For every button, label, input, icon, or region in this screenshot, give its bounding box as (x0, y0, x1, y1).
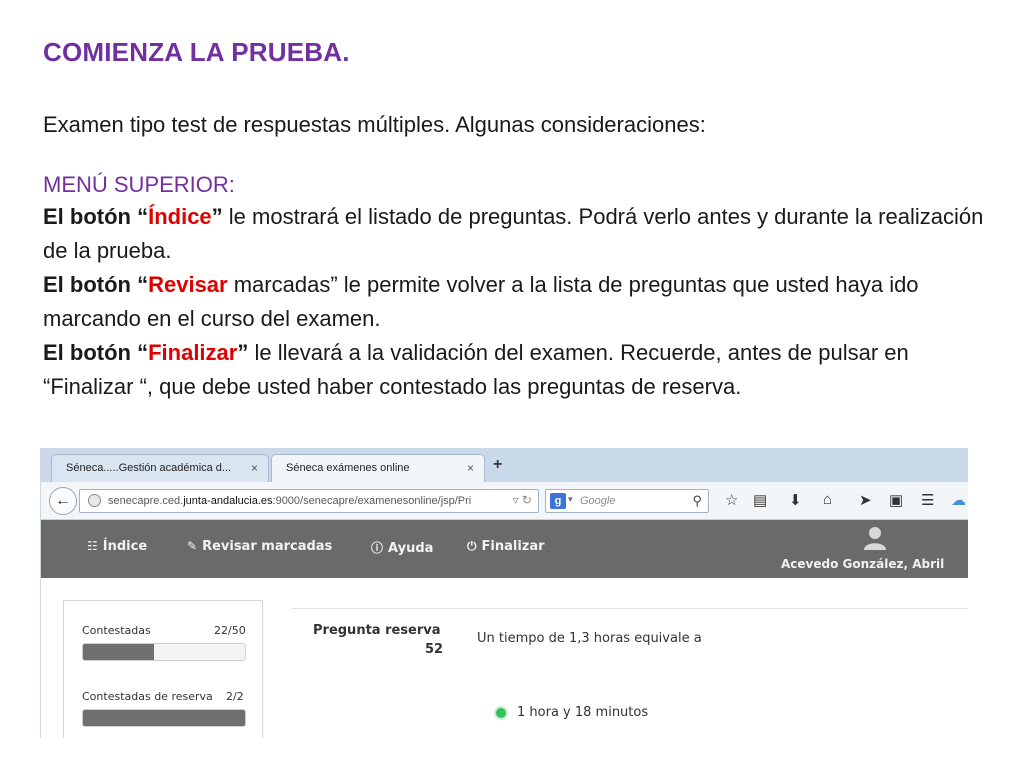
pencil-icon: ✎ (187, 539, 198, 553)
contestadas-progress-bar (82, 643, 246, 661)
finalizar-button[interactable]: ⏻ Finalizar (467, 539, 545, 554)
p3-suffix: ” (237, 340, 249, 365)
new-tab-icon[interactable]: + (493, 456, 502, 474)
search-placeholder: Google (580, 495, 616, 507)
answer-radio[interactable] (494, 706, 508, 720)
url-bar[interactable]: senecapre.ced.junta-andalucia.es:9000/se… (79, 489, 539, 513)
url-prefix: senecapre.ced. (108, 495, 184, 507)
question-label: Pregunta reserva (313, 623, 441, 638)
revisar-marcadas-button[interactable]: ✎ Revisar marcadas (187, 539, 332, 554)
slide-text: COMIENZA LA PRUEBA. Examen tipo test de … (43, 36, 993, 404)
search-icon[interactable]: ⚲ (692, 493, 702, 509)
url-suffix: :9000/senecapre/examenesonline/jsp/Pri (272, 495, 472, 507)
divider (291, 608, 968, 609)
ayuda-button[interactable]: ⓘ Ayuda (371, 539, 433, 556)
paragraph-indice: El botón “Índice” le mostrará el listado… (43, 200, 993, 268)
menu-icon[interactable]: ☰ (921, 491, 934, 509)
indice-label: Índice (102, 539, 148, 554)
screenshot-icon[interactable]: ▣ (889, 491, 903, 509)
tab-label: Séneca exámenes online (286, 462, 410, 474)
indice-button[interactable]: ☷ Índice (87, 539, 147, 554)
chevron-down-icon: ▾ (568, 494, 573, 504)
reserva-progress-bar (82, 709, 246, 727)
paragraph-finalizar: El botón “Finalizar” le llevará a la val… (43, 336, 993, 404)
close-icon[interactable]: × (467, 461, 474, 475)
app-menu-bar: ☷ Índice ✎ Revisar marcadas ⓘ Ayuda ⏻ Finali… (41, 520, 968, 578)
reload-icon[interactable]: ▿ ↻ (513, 493, 532, 507)
power-icon: ⏻ (467, 539, 477, 553)
search-input[interactable]: g ▾ Google ⚲ (545, 489, 709, 513)
star-icon[interactable]: ☆ (725, 491, 738, 509)
p3-prefix: El botón “ (43, 340, 149, 365)
progress-fill (83, 644, 155, 660)
question-text: Un tiempo de 1,3 horas equivale a (477, 631, 702, 646)
finalizar-label: Finalizar (481, 539, 545, 554)
download-icon[interactable]: ⬇ (789, 491, 802, 509)
cloud-icon[interactable]: ☁ (951, 491, 966, 509)
contestadas-count: 22/50 (214, 624, 246, 637)
back-arrow-icon[interactable]: ← (49, 487, 77, 515)
contestadas-label: Contestadas (82, 624, 151, 637)
menu-heading: MENÚ SUPERIOR: (43, 172, 235, 197)
reading-list-icon[interactable]: ▤ (753, 491, 767, 509)
user-name: Acevedo González, Abril (781, 557, 945, 571)
info-icon: ⓘ (371, 541, 384, 555)
tab-seneca-gestion[interactable]: Séneca.....Gestión académica d... × (51, 454, 269, 482)
sitemap-icon: ☷ (87, 539, 98, 553)
p1-suffix: ” (211, 204, 223, 229)
exam-content: Contestadas 22/50 Contestadas de reserva… (41, 578, 968, 738)
p2-key: Revisar (148, 272, 228, 297)
p3-key: Finalizar (148, 340, 238, 365)
paragraph-revisar: El botón “Revisar marcadas” le permite v… (43, 268, 993, 336)
p2-prefix: El botón “ (43, 272, 149, 297)
close-icon[interactable]: × (251, 461, 258, 475)
url-domain: junta-andalucia.es (183, 495, 273, 507)
slide-title: COMIENZA LA PRUEBA. (43, 37, 350, 67)
browser-screenshot: Séneca.....Gestión académica d... × Séne… (40, 448, 968, 738)
slide-intro: Examen tipo test de respuestas múltiples… (43, 112, 706, 137)
user-icon (864, 527, 886, 550)
google-icon: g (550, 493, 566, 509)
ayuda-label: Ayuda (388, 541, 434, 556)
question-number: 52 (425, 642, 444, 657)
p1-prefix: El botón “ (43, 204, 149, 229)
progress-fill (83, 710, 245, 726)
reserva-label: Contestadas de reserva (82, 690, 213, 703)
reserva-count: 2/2 (226, 690, 244, 703)
tab-label: Séneca.....Gestión académica d... (66, 462, 232, 474)
revisar-label: Revisar marcadas (202, 539, 333, 554)
send-icon[interactable]: ➤ (859, 491, 872, 509)
answer-label[interactable]: 1 hora y 18 minutos (517, 705, 648, 720)
tab-seneca-examenes[interactable]: Séneca exámenes online × (271, 454, 485, 482)
progress-panel: Contestadas 22/50 Contestadas de reserva… (63, 600, 263, 738)
tab-bar: Séneca.....Gestión académica d... × Séne… (41, 448, 968, 482)
globe-icon (88, 494, 101, 507)
p1-key: Índice (148, 204, 212, 229)
home-icon[interactable]: ⌂ (823, 491, 832, 508)
